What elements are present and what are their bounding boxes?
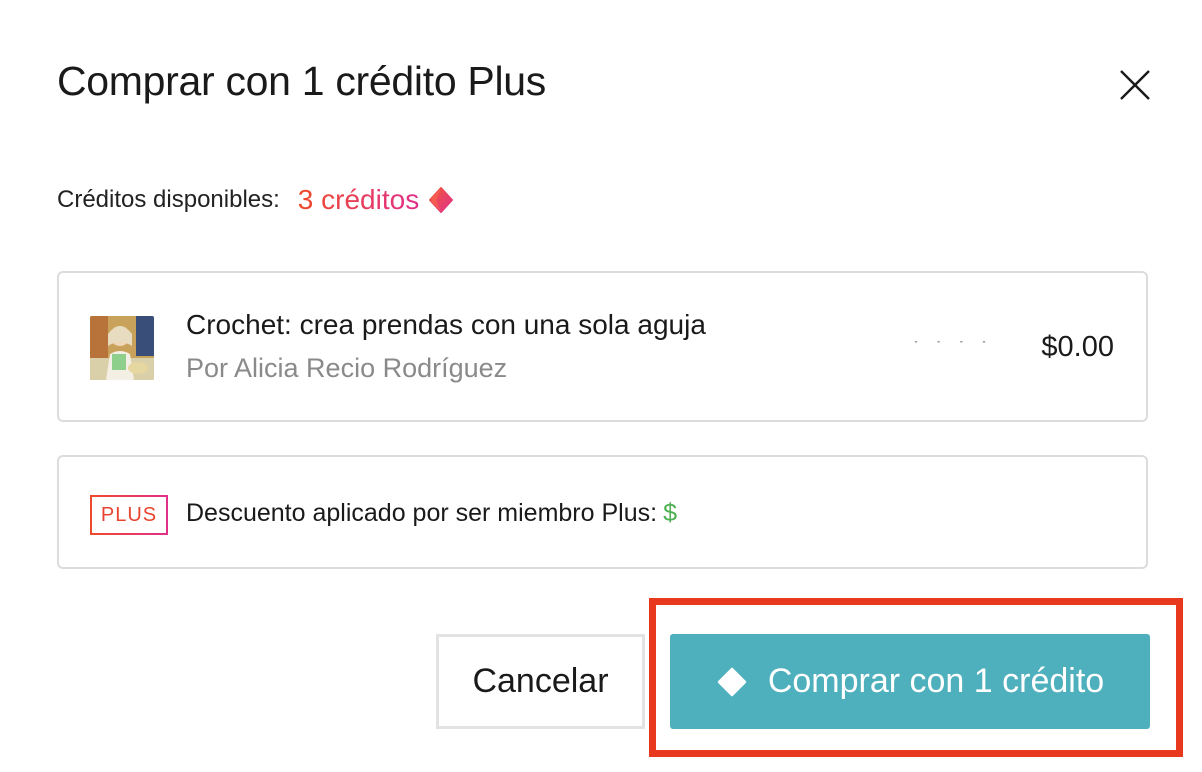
course-card: Crochet: crea prendas con una sola aguja… — [57, 271, 1148, 422]
course-thumbnail — [90, 316, 154, 380]
original-price: · · · · · — [912, 341, 1002, 361]
discount-card: PLUS Descuento aplicado por ser miembro … — [57, 455, 1148, 569]
discount-text: Descuento aplicado por ser miembro Plus:… — [186, 499, 677, 528]
buy-with-credit-button[interactable]: Comprar con 1 crédito — [670, 634, 1150, 729]
cancel-button[interactable]: Cancelar — [436, 634, 645, 729]
course-author: Por Alicia Recio Rodríguez — [186, 353, 508, 383]
credit-gem-icon — [429, 187, 454, 213]
diamond-icon — [717, 667, 747, 696]
course-price: $0.00 — [1041, 331, 1114, 363]
available-credits: Créditos disponibles: 3 créditos — [57, 180, 455, 220]
purchase-dialog: Comprar con 1 crédito Plus Créditos disp… — [0, 0, 1202, 772]
close-button[interactable] — [1112, 62, 1158, 108]
dialog-title: Comprar con 1 crédito Plus — [57, 58, 546, 104]
close-icon — [1120, 70, 1150, 100]
credits-label: Créditos disponibles: — [57, 186, 280, 213]
buy-button-label: Comprar con 1 crédito — [767, 662, 1105, 700]
course-title: Crochet: crea prendas con una sola aguja — [186, 309, 706, 340]
discount-label: Descuento aplicado por ser miembro Plus: — [186, 499, 658, 527]
credits-value: 3 créditos — [297, 184, 420, 215]
plus-badge: PLUS — [90, 495, 168, 535]
discount-amount: $ — [663, 499, 677, 527]
